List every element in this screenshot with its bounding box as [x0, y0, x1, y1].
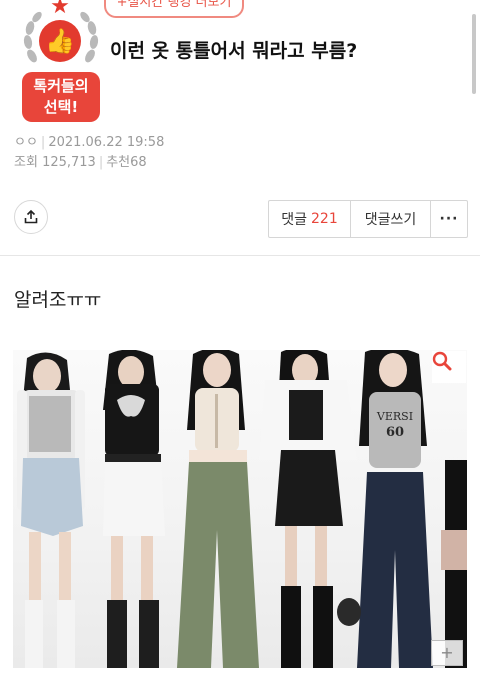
model-figure-1: [17, 352, 85, 668]
scrollbar[interactable]: [472, 14, 476, 94]
recommend-count: 68: [130, 155, 147, 170]
magnifier-icon: [432, 351, 452, 371]
star-icon: ★: [50, 0, 70, 19]
post-meta-line1: ㅇㅇ | 2021.06.22 19:58: [14, 131, 164, 150]
write-comment-button[interactable]: 댓글쓰기: [351, 201, 431, 237]
plus-icon: +: [440, 643, 454, 662]
comments-label: 댓글: [281, 212, 308, 228]
comments-button[interactable]: 댓글 221: [269, 201, 351, 237]
share-icon: [24, 209, 38, 224]
post-photo[interactable]: VERSI 60 +: [13, 350, 467, 668]
views-count: 125,713: [42, 155, 96, 170]
comments-count: 221: [311, 211, 338, 227]
post-body-text: 알려조ㅠㅠ: [14, 289, 102, 311]
separator: |: [40, 135, 46, 150]
divider: [0, 255, 480, 256]
talkers-choice-badge: ★ 👍 톡커들의 선택!: [14, 0, 104, 124]
model-figure-6: [441, 460, 467, 668]
views-label: 조회: [14, 155, 38, 170]
zoom-button[interactable]: [432, 351, 466, 383]
shirt-print-text: VERSI: [376, 410, 413, 423]
share-button[interactable]: [14, 200, 48, 234]
post-actions: 댓글 221 댓글쓰기 ···: [268, 200, 468, 238]
post-meta-line2: 조회 125,713 | 추천68: [14, 151, 147, 170]
model-figure-5: VERSI 60: [337, 350, 433, 668]
badge-label-line2: 선택!: [43, 98, 79, 116]
outfits-photo-illustration: VERSI 60: [17, 350, 467, 668]
expand-photo-button[interactable]: +: [431, 640, 463, 666]
separator: |: [98, 155, 104, 170]
post-date: 2021.06.22 19:58: [48, 135, 165, 150]
recommend-label: 추천: [106, 155, 131, 170]
realtime-ranking-link[interactable]: +실시간 랭킹 더보기: [104, 0, 244, 18]
post-title: 이런 옷 통틀어서 뭐라고 부름?: [110, 40, 358, 62]
badge-label: 톡커들의 선택!: [22, 72, 100, 122]
model-figure-2: [103, 350, 165, 668]
author-name: ㅇㅇ: [14, 135, 38, 150]
thumbs-up-icon: 👍: [39, 20, 81, 62]
badge-label-line1: 톡커들의: [33, 77, 89, 95]
model-figure-3: [177, 350, 259, 668]
shirt-print-number: 60: [386, 425, 404, 440]
more-options-button[interactable]: ···: [431, 201, 467, 237]
